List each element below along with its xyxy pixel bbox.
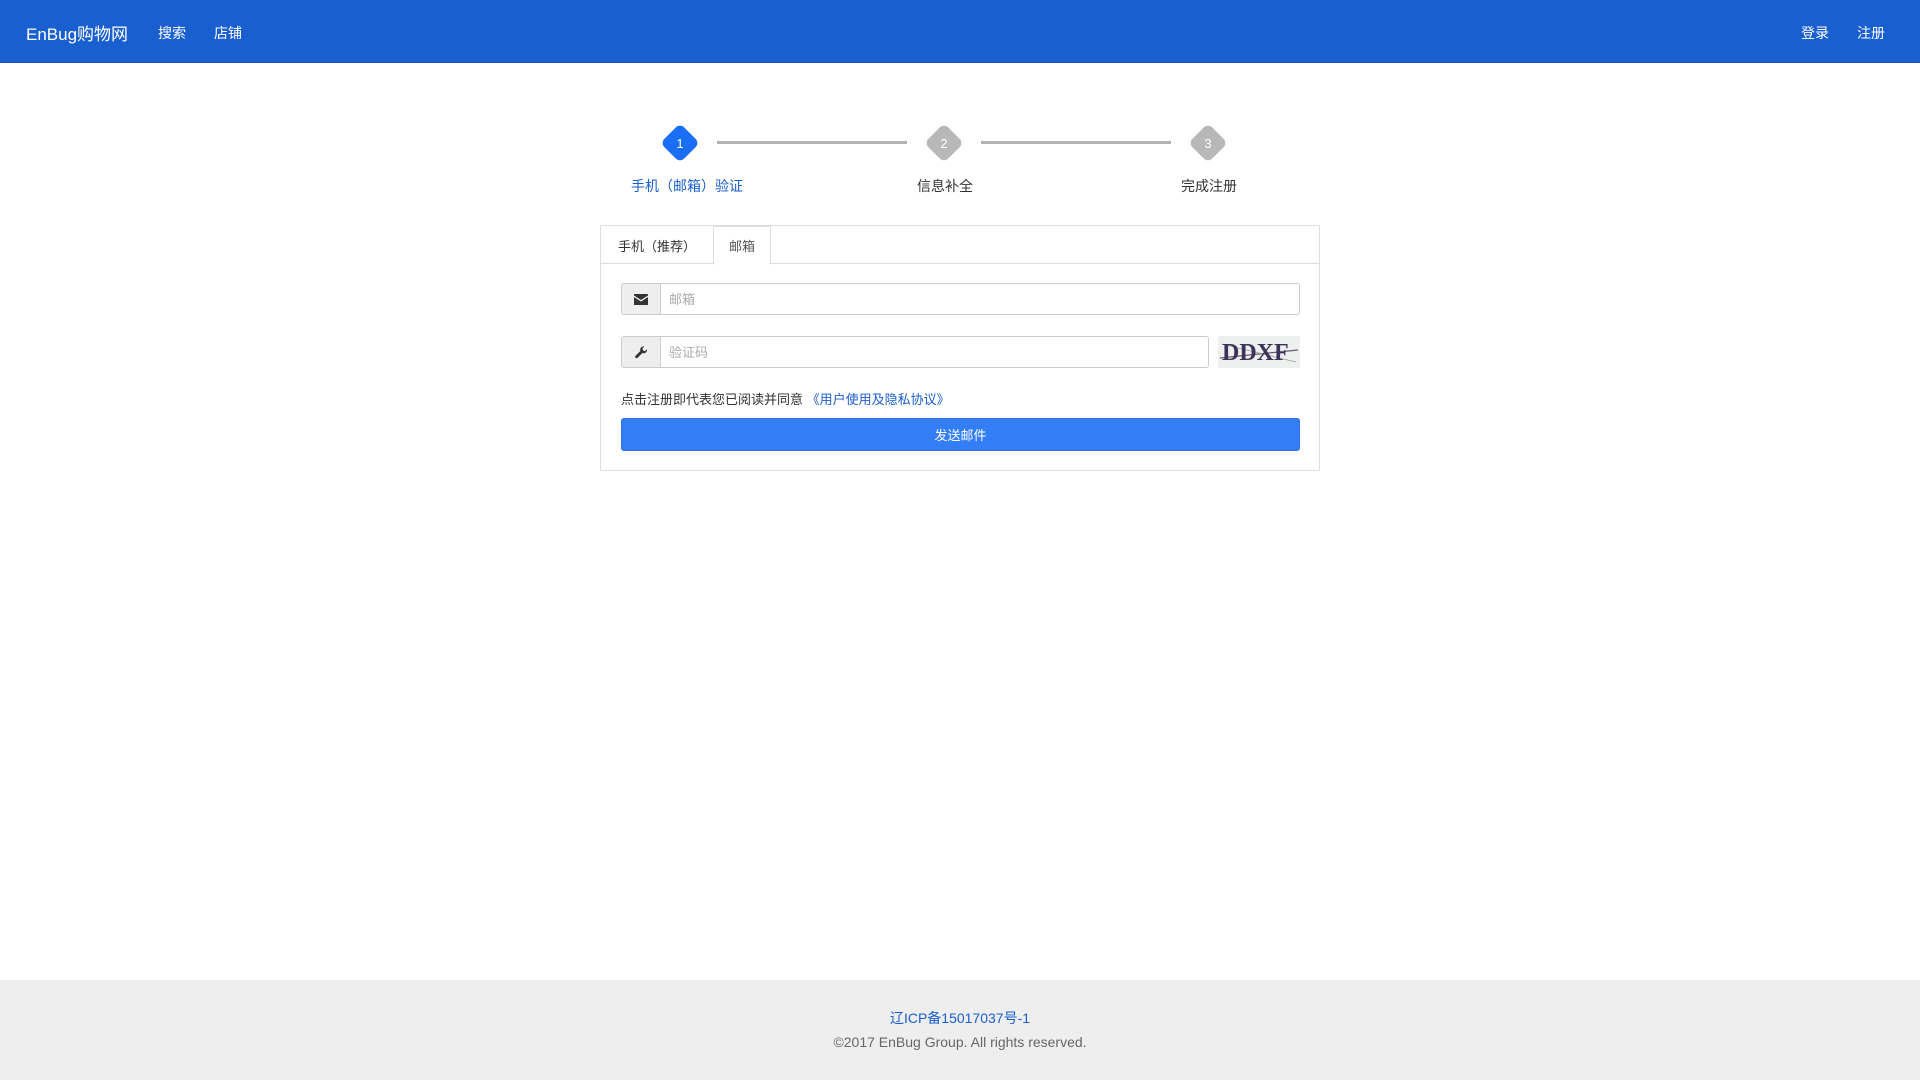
icp-record: 辽ICP备15017037号-1 (0, 1008, 1920, 1028)
step-2-label: 信息补全 (917, 178, 973, 194)
copyright-text: ©2017 EnBug Group. All rights reserved. (833, 1034, 1087, 1050)
step-3-number: 3 (1204, 135, 1212, 151)
step-connector-1 (717, 141, 907, 144)
brand-logo[interactable]: EnBug购物网 (26, 20, 128, 45)
nav-login[interactable]: 登录 (1801, 23, 1829, 43)
email-input-group (621, 283, 1300, 315)
privacy-agreement-link[interactable]: 《用户使用及隐私协议》 (807, 392, 950, 407)
agreement-text: 点击注册即代表您已阅读并同意 《用户使用及隐私协议》 (621, 389, 950, 408)
step-2-number: 2 (940, 135, 948, 151)
email-input[interactable] (660, 283, 1300, 315)
captcha-text: DDXF (1222, 340, 1289, 366)
agreement-prefix: 点击注册即代表您已阅读并同意 (621, 392, 804, 407)
captcha-input[interactable] (660, 336, 1209, 368)
nav-search[interactable]: 搜索 (158, 23, 186, 43)
tab-email[interactable]: 邮箱 (713, 226, 771, 265)
nav-shops[interactable]: 店铺 (214, 23, 242, 43)
step-3-label: 完成注册 (1181, 178, 1237, 194)
icp-link[interactable]: 辽ICP备15017037号-1 (890, 1010, 1030, 1026)
step-1-label: 手机（邮箱）验证 (631, 178, 743, 194)
nav-register[interactable]: 注册 (1857, 23, 1885, 43)
captcha-input-group (621, 336, 1209, 368)
step-connector-2 (981, 141, 1171, 144)
tab-phone[interactable]: 手机（推荐） (601, 226, 713, 264)
registration-panel: 手机（推荐） 邮箱 DDXF 点击注册即代表您已阅读并同意 (600, 225, 1320, 471)
captcha-image[interactable]: DDXF (1218, 336, 1300, 368)
wrench-icon (621, 336, 660, 368)
verification-tabs: 手机（推荐） 邮箱 (601, 226, 1319, 265)
send-email-button[interactable]: 发送邮件 (621, 418, 1300, 451)
envelope-icon (621, 283, 660, 315)
top-navbar: EnBug购物网 搜索 店铺 登录 注册 (0, 0, 1920, 63)
page-footer: 辽ICP备15017037号-1 ©2017 EnBug Group. All … (0, 980, 1920, 1080)
step-1-number: 1 (676, 135, 684, 151)
